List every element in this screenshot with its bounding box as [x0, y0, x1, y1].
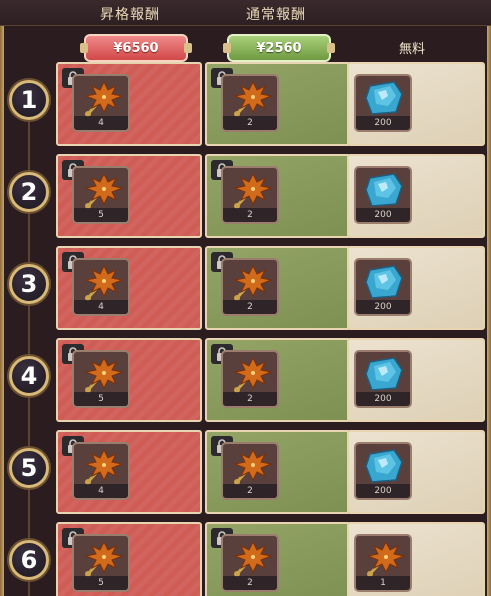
level-badge: 3	[9, 264, 49, 304]
reward-item[interactable]: 2	[221, 74, 279, 132]
normal-reward-cell[interactable]: 2	[205, 154, 351, 238]
maple-key-icon	[78, 538, 126, 578]
reward-item[interactable]: 200	[354, 166, 412, 224]
promotion-reward-cell[interactable]: 4	[56, 62, 202, 146]
level-badge: 6	[9, 540, 49, 580]
normal-reward-cell[interactable]: 2	[205, 338, 351, 422]
reward-item[interactable]: 2	[221, 534, 279, 592]
item-quantity: 200	[356, 116, 410, 130]
level-badge: 5	[9, 448, 49, 488]
reward-row-4: 4 5 2 200	[0, 338, 491, 422]
reward-item[interactable]: 2	[221, 350, 279, 408]
normal-reward-label: 通常報酬	[246, 7, 306, 23]
blue-gem-icon	[360, 78, 408, 118]
item-quantity: 5	[74, 392, 128, 406]
promotion-price-button[interactable]: ¥6560	[80, 34, 192, 62]
reward-row-1: 1 4 2 200	[0, 62, 491, 146]
reward-row-2: 2 5 2 200	[0, 154, 491, 238]
normal-reward-cell[interactable]: 2	[205, 246, 351, 330]
level-badge: 4	[9, 356, 49, 396]
reward-item[interactable]: 4	[72, 258, 130, 316]
maple-key-icon	[227, 446, 275, 486]
item-quantity: 200	[356, 300, 410, 314]
maple-key-icon	[78, 354, 126, 394]
item-quantity: 200	[356, 208, 410, 222]
item-quantity: 2	[223, 116, 277, 130]
free-tier-label: 無料	[399, 42, 426, 57]
blue-gem-icon	[360, 446, 408, 486]
item-quantity: 4	[74, 300, 128, 314]
free-reward-cell[interactable]: 200	[347, 246, 485, 330]
item-quantity: 5	[74, 576, 128, 590]
maple-key-icon	[78, 446, 126, 486]
level-number: 1	[20, 86, 38, 114]
level-number: 2	[20, 178, 38, 206]
reward-item[interactable]: 2	[221, 442, 279, 500]
item-quantity: 2	[223, 484, 277, 498]
item-quantity: 2	[223, 576, 277, 590]
level-number: 4	[20, 362, 38, 390]
free-reward-cell[interactable]: 200	[347, 430, 485, 514]
item-quantity: 2	[223, 392, 277, 406]
maple-key-icon	[227, 170, 275, 210]
level-badge: 1	[9, 80, 49, 120]
item-quantity: 5	[74, 208, 128, 222]
promotion-reward-cell[interactable]: 5	[56, 522, 202, 596]
reward-item[interactable]: 200	[354, 350, 412, 408]
level-number: 3	[20, 270, 38, 298]
normal-reward-cell[interactable]: 2	[205, 522, 351, 596]
reward-item[interactable]: 2	[221, 166, 279, 224]
maple-key-icon	[227, 354, 275, 394]
maple-key-icon	[360, 538, 408, 578]
item-quantity: 4	[74, 116, 128, 130]
promotion-reward-cell[interactable]: 5	[56, 154, 202, 238]
free-reward-cell[interactable]: 200	[347, 338, 485, 422]
maple-key-icon	[78, 170, 126, 210]
item-quantity: 4	[74, 484, 128, 498]
free-reward-cell[interactable]: 1	[347, 522, 485, 596]
reward-item[interactable]: 5	[72, 534, 130, 592]
reward-row-5: 5 4 2 200	[0, 430, 491, 514]
blue-gem-icon	[360, 262, 408, 302]
blue-gem-icon	[360, 170, 408, 210]
maple-key-icon	[227, 262, 275, 302]
level-badge: 2	[9, 172, 49, 212]
reward-row-6: 6 5 2 1	[0, 522, 491, 596]
reward-item[interactable]: 5	[72, 350, 130, 408]
item-quantity: 2	[223, 300, 277, 314]
level-number: 6	[20, 546, 38, 574]
reward-item[interactable]: 200	[354, 74, 412, 132]
reward-item[interactable]: 5	[72, 166, 130, 224]
free-reward-cell[interactable]: 200	[347, 62, 485, 146]
normal-price-button[interactable]: ¥2560	[223, 34, 335, 62]
normal-reward-cell[interactable]: 2	[205, 62, 351, 146]
promotion-reward-cell[interactable]: 4	[56, 430, 202, 514]
maple-key-icon	[78, 262, 126, 302]
level-number: 5	[20, 454, 38, 482]
reward-item[interactable]: 200	[354, 258, 412, 316]
promotion-reward-cell[interactable]: 5	[56, 338, 202, 422]
maple-key-icon	[78, 78, 126, 118]
reward-row-3: 3 4 2 200	[0, 246, 491, 330]
reward-item[interactable]: 1	[354, 534, 412, 592]
promotion-reward-cell[interactable]: 4	[56, 246, 202, 330]
header-bar: 昇格報酬 通常報酬	[0, 0, 491, 26]
reward-item[interactable]: 200	[354, 442, 412, 500]
maple-key-icon	[227, 538, 275, 578]
free-reward-cell[interactable]: 200	[347, 154, 485, 238]
normal-reward-cell[interactable]: 2	[205, 430, 351, 514]
promotion-reward-label: 昇格報酬	[100, 7, 160, 23]
blue-gem-icon	[360, 354, 408, 394]
item-quantity: 1	[356, 576, 410, 590]
item-quantity: 2	[223, 208, 277, 222]
item-quantity: 200	[356, 392, 410, 406]
reward-item[interactable]: 2	[221, 258, 279, 316]
item-quantity: 200	[356, 484, 410, 498]
reward-item[interactable]: 4	[72, 74, 130, 132]
reward-item[interactable]: 4	[72, 442, 130, 500]
maple-key-icon	[227, 78, 275, 118]
